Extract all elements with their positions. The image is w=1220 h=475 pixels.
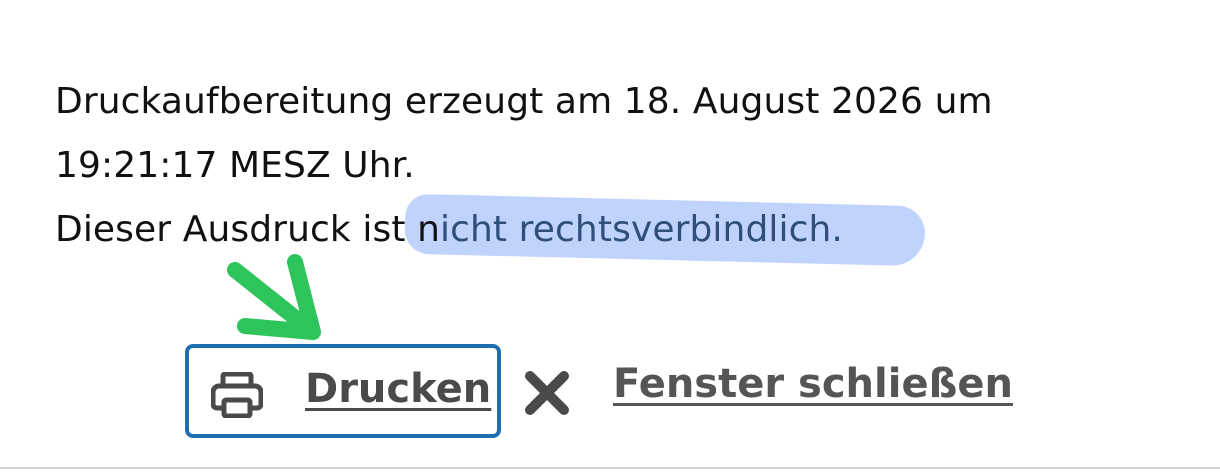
print-label[interactable]: Drucken xyxy=(305,366,491,412)
close-window-link[interactable]: Fenster schließen xyxy=(613,361,1013,407)
close-icon[interactable] xyxy=(524,370,570,416)
green-arrow-icon xyxy=(227,254,321,340)
disclaimer-prefix: Dieser Ausdruck ist xyxy=(55,209,418,250)
printer-icon xyxy=(211,372,263,418)
generated-date-line: Druckaufbereitung erzeugt am 18. August … xyxy=(55,81,993,122)
generated-time-line: 19:21:17 MESZ Uhr. xyxy=(55,145,415,186)
print-preview-page: Druckaufbereitung erzeugt am 18. August … xyxy=(0,0,1220,475)
print-button[interactable]: Drucken xyxy=(185,344,501,438)
bottom-divider xyxy=(0,467,1220,469)
disclaimer-n: n xyxy=(417,209,441,250)
highlighted-text: nicht rechtsverbindlich. xyxy=(404,193,926,267)
print-info-text: Druckaufbereitung erzeugt am 18. August … xyxy=(55,70,993,267)
disclaimer-highlighted: icht rechtsverbindlich. xyxy=(440,209,843,250)
disclaimer-line: Dieser Ausdruck ist nicht rechtsverbindl… xyxy=(55,193,993,267)
